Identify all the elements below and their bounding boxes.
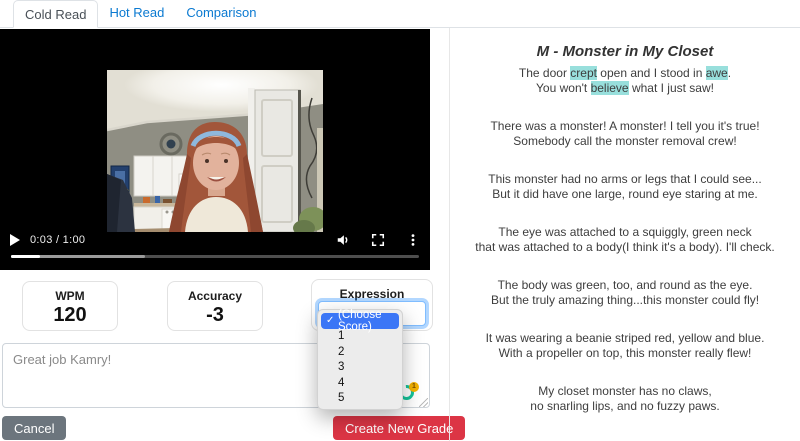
poem-text: no snarling lips, and no fuzzy paws. — [530, 399, 720, 413]
poem-line: But the truly amazing thing...this monst… — [450, 293, 800, 308]
poem-title: M - Monster in My Closet — [536, 43, 714, 60]
video-time: 0:03 / 1:00 — [30, 234, 86, 246]
video-controls: 0:03 / 1:00 — [10, 230, 420, 250]
dropdown-option-5[interactable]: 5 — [321, 391, 399, 407]
tab-comparison[interactable]: Comparison — [175, 0, 267, 27]
poem-text: . — [727, 66, 732, 80]
tab-cold-read[interactable]: Cold Read — [13, 0, 99, 28]
poem-text: But it did have one large, round eye sta… — [492, 187, 758, 201]
poem-line: There was a monster! A monster! I tell y… — [450, 119, 800, 134]
poem-text: There was a monster! A monster! I tell y… — [490, 119, 760, 133]
poem-text: what I just saw! — [628, 81, 714, 95]
poem-line: It was wearing a beanie striped red, yel… — [450, 331, 800, 346]
poem-stanza: The eye was attached to a squiggly, gree… — [450, 225, 800, 255]
grammarly-badge: 1 — [409, 382, 419, 392]
poem-stanza: There was a monster! A monster! I tell y… — [450, 119, 800, 149]
create-new-grade-button[interactable]: Create New Grade — [333, 416, 466, 440]
poem-text: With a propeller on top, this monster re… — [498, 346, 752, 360]
poem-line: that was attached to a body(I think it's… — [450, 240, 800, 255]
cancel-button[interactable]: Cancel — [2, 416, 67, 440]
video-frame — [106, 70, 327, 236]
poem-line: With a propeller on top, this monster re… — [450, 346, 800, 361]
poem-text: The body was green, too, and round as th… — [497, 278, 753, 292]
accuracy-value: -3 — [206, 304, 224, 326]
poem-line: You won't believe what I just saw! — [450, 81, 800, 96]
poem-panel: M - Monster in My Closet The door crept … — [449, 28, 800, 441]
poem-line: But it did have one large, round eye sta… — [450, 187, 800, 202]
poem-line: This monster had no arms or legs that I … — [450, 172, 800, 187]
tab-bar: Cold Read Hot Read Comparison — [0, 0, 800, 28]
poem-line: Somebody call the monster removal crew! — [450, 134, 800, 149]
highlighted-word[interactable]: crept — [570, 66, 597, 80]
video-progress-played — [11, 255, 40, 258]
tab-hot-read[interactable]: Hot Read — [98, 0, 175, 27]
dropdown-option-4[interactable]: 4 — [321, 375, 399, 391]
poem-text: The eye was attached to a squiggly, gree… — [498, 225, 752, 239]
wpm-card: WPM 120 — [22, 281, 118, 331]
wpm-label: WPM — [55, 289, 85, 303]
poem-stanzas: The door crept open and I stood in awe. Y… — [450, 66, 800, 414]
poem-line: The door crept open and I stood in awe. — [450, 66, 800, 81]
poem-text: Somebody call the monster removal crew! — [513, 134, 737, 148]
poem-text: that was attached to a body(I think it's… — [475, 240, 775, 254]
poem-text: My closet monster has no claws, — [538, 384, 712, 398]
highlighted-word[interactable]: awe — [705, 66, 728, 80]
video-still-kitchen-scene — [106, 70, 327, 236]
video-progress-bar[interactable] — [11, 255, 419, 258]
poem-stanza: This monster had no arms or legs that I … — [450, 172, 800, 202]
poem-line: The eye was attached to a squiggly, gree… — [450, 225, 800, 240]
volume-icon[interactable] — [336, 233, 350, 247]
poem-text: open and I stood in — [596, 66, 706, 80]
grading-page: Cold Read Hot Read Comparison 0:03 / 1:0… — [0, 0, 800, 441]
highlighted-word[interactable]: believe — [590, 81, 629, 95]
poem-text: You won't — [536, 81, 591, 95]
poem-line: The body was green, too, and round as th… — [450, 278, 800, 293]
poem-stanza: The body was green, too, and round as th… — [450, 278, 800, 308]
accuracy-label: Accuracy — [187, 289, 243, 303]
poem-stanza: My closet monster has no claws, no snarli… — [450, 384, 800, 414]
textarea-resize-handle[interactable] — [419, 398, 428, 407]
poem-text: This monster had no arms or legs that I … — [488, 172, 762, 186]
poem-text: It was wearing a beanie striped red, yel… — [485, 331, 765, 345]
video-player[interactable]: 0:03 / 1:00 — [0, 29, 430, 270]
kebab-menu-icon[interactable] — [406, 233, 420, 247]
poem-text: The door — [518, 66, 571, 80]
poem-line: no snarling lips, and no fuzzy paws. — [450, 399, 800, 414]
dropdown-option-2[interactable]: 2 — [321, 344, 399, 360]
poem-line: My closet monster has no claws, — [450, 384, 800, 399]
play-button[interactable] — [10, 234, 20, 246]
fullscreen-icon[interactable] — [371, 233, 385, 247]
dropdown-option-3[interactable]: 3 — [321, 360, 399, 376]
poem-stanza: The door crept open and I stood in awe. Y… — [450, 66, 800, 96]
accuracy-card: Accuracy -3 — [167, 281, 263, 331]
wpm-value: 120 — [53, 304, 87, 326]
poem-stanza: It was wearing a beanie striped red, yel… — [450, 331, 800, 361]
expression-dropdown-menu: ✓ (Choose Score) 1 2 3 4 5 — [317, 309, 403, 410]
check-icon: ✓ — [326, 315, 335, 327]
expression-label: Expression — [339, 287, 405, 301]
dropdown-option-choose-score[interactable]: ✓ (Choose Score) — [321, 309, 399, 333]
poem-text: But the truly amazing thing...this monst… — [490, 293, 760, 307]
